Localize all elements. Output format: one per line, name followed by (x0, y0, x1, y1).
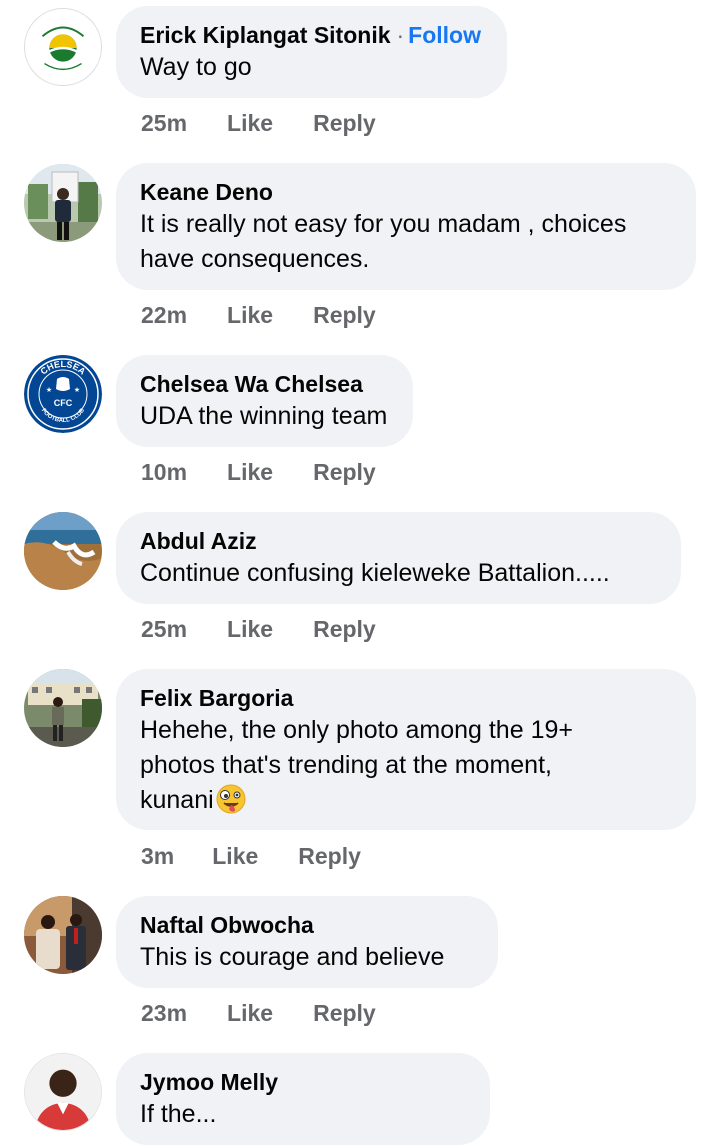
comment-text: Continue confusing kieleweke Battalion..… (140, 559, 610, 587)
comment-time[interactable]: 10m (141, 459, 187, 486)
person-outdoor-photo-icon (24, 669, 102, 747)
avatar[interactable] (24, 8, 102, 86)
comment-actions: 22m Like Reply (141, 302, 376, 329)
beach-photo-icon (24, 512, 102, 590)
follow-button[interactable]: Follow (408, 22, 481, 48)
like-button[interactable]: Like (227, 1000, 273, 1027)
reply-button[interactable]: Reply (313, 1000, 376, 1027)
commenter-name[interactable]: Felix Bargoria (140, 685, 293, 711)
comment-time[interactable]: 25m (141, 110, 187, 137)
comment-bubble: Naftal Obwocha This is courage and belie… (116, 896, 498, 988)
person-photo-icon (24, 164, 102, 242)
comment-text: This is courage and believe (140, 943, 445, 971)
comment-text: Way to go (140, 53, 252, 81)
comment-actions: 25m Like Reply (141, 110, 376, 137)
comment-text: Hehehe, the only photo among the 19+ pho… (140, 713, 670, 818)
commenter-name[interactable]: Abdul Aziz (140, 528, 257, 554)
comment-text: UDA the winning team (140, 402, 388, 430)
person-portrait-icon (25, 1054, 101, 1130)
zany-face-emoji (216, 784, 246, 814)
follow-separator: · (396, 22, 405, 48)
svg-text:★: ★ (46, 386, 52, 394)
comment-bubble: Jymoo Melly If the... (116, 1053, 490, 1145)
avatar[interactable] (24, 164, 102, 242)
crest-center-text: CFC (54, 398, 73, 408)
commenter-name[interactable]: Erick Kiplangat Sitonik (140, 22, 391, 48)
comment-bubble: Keane Deno It is really not easy for you… (116, 163, 696, 290)
two-people-photo-icon (24, 896, 102, 974)
reply-button[interactable]: Reply (313, 616, 376, 643)
logo-badge-icon (25, 9, 101, 85)
comment-bubble: Chelsea Wa Chelsea UDA the winning team (116, 355, 414, 447)
commenter-name[interactable]: Chelsea Wa Chelsea (140, 371, 363, 397)
comment-time[interactable]: 3m (141, 843, 174, 870)
comment-actions: 25m Like Reply (141, 616, 376, 643)
comment-actions: 10m Like Reply (141, 459, 376, 486)
avatar[interactable]: CHELSEA FOOTBALL CLUB CFC ★ ★ (24, 355, 102, 433)
comment-bubble: Erick Kiplangat Sitonik · Follow Way to go (116, 6, 507, 98)
comment-time[interactable]: 22m (141, 302, 187, 329)
comment-time[interactable]: 25m (141, 616, 187, 643)
like-button[interactable]: Like (227, 302, 273, 329)
avatar[interactable] (24, 512, 102, 590)
comment-text: If the... (140, 1100, 217, 1128)
comment-bubble: Felix Bargoria Hehehe, the only photo am… (116, 669, 696, 830)
like-button[interactable]: Like (212, 843, 258, 870)
commenter-name[interactable]: Keane Deno (140, 179, 273, 205)
like-button[interactable]: Like (227, 616, 273, 643)
avatar[interactable] (24, 896, 102, 974)
commenter-name[interactable]: Naftal Obwocha (140, 912, 314, 938)
commenter-name[interactable]: Jymoo Melly (140, 1069, 278, 1095)
avatar[interactable] (24, 669, 102, 747)
comment-text: It is really not easy for you madam , ch… (140, 210, 627, 273)
comment-text-body: Hehehe, the only photo among the 19+ pho… (140, 716, 573, 814)
avatar[interactable] (24, 1053, 102, 1131)
like-button[interactable]: Like (227, 110, 273, 137)
reply-button[interactable]: Reply (313, 302, 376, 329)
chelsea-crest-icon: CHELSEA FOOTBALL CLUB CFC ★ ★ (24, 355, 102, 433)
reply-button[interactable]: Reply (313, 459, 376, 486)
svg-text:★: ★ (74, 386, 80, 394)
comment-time[interactable]: 23m (141, 1000, 187, 1027)
comment-actions: 3m Like Reply (141, 843, 361, 870)
comment-bubble: Abdul Aziz Continue confusing kieleweke … (116, 512, 681, 604)
like-button[interactable]: Like (227, 459, 273, 486)
comment-actions: 23m Like Reply (141, 1000, 376, 1027)
reply-button[interactable]: Reply (298, 843, 361, 870)
reply-button[interactable]: Reply (313, 110, 376, 137)
